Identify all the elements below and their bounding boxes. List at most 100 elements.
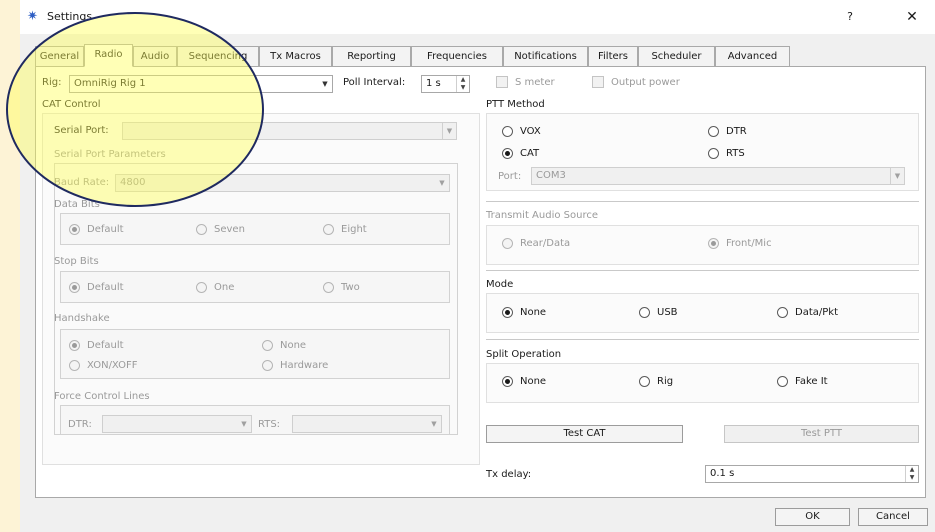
output-power-checkbox[interactable]: Output power (592, 76, 680, 88)
radio-checked-icon (502, 148, 513, 159)
radio-tab-panel: Rig: OmniRig Rig 1 ▼ Poll Interval: 1 s … (35, 66, 926, 498)
radio-label: Rig (657, 376, 674, 387)
chevron-down-icon: ▼ (890, 168, 904, 184)
radio-icon (708, 126, 719, 137)
radio-label: XON/XOFF (87, 360, 138, 371)
ptt-vox-radio[interactable]: VOX (502, 126, 541, 137)
radio-label: None (520, 307, 547, 318)
s-meter-checkbox[interactable]: S meter (496, 76, 555, 88)
serial-port-select[interactable]: ▼ (122, 122, 457, 140)
radio-label: Hardware (280, 360, 329, 371)
split-rig-radio[interactable]: Rig (639, 376, 673, 387)
tab-sequencing[interactable]: Sequencing (177, 46, 259, 67)
radio-icon (777, 307, 788, 318)
data-bits-eight-radio[interactable]: Eight (323, 224, 367, 235)
radio-label: None (280, 340, 307, 351)
radio-icon (262, 360, 273, 371)
dtr-select[interactable]: ▼ (102, 415, 252, 433)
help-button[interactable]: ? (840, 8, 860, 26)
output-power-label: Output power (611, 76, 680, 88)
ptt-rts-radio[interactable]: RTS (708, 148, 745, 159)
window-title: Settings (47, 10, 93, 23)
handshake-default-radio[interactable]: Default (69, 340, 124, 351)
tab-frequencies[interactable]: Frequencies (411, 46, 503, 67)
split-operation-heading: Split Operation (486, 349, 562, 360)
data-bits-default-radio[interactable]: Default (69, 224, 124, 235)
mode-usb-radio[interactable]: USB (639, 307, 678, 318)
tab-tx-macros[interactable]: Tx Macros (259, 46, 332, 67)
radio-label: One (214, 282, 235, 293)
radio-icon (502, 238, 513, 249)
tab-general[interactable]: General (35, 46, 84, 67)
data-bits-seven-radio[interactable]: Seven (196, 224, 245, 235)
radio-label: Default (87, 224, 124, 235)
radio-label: Rear/Data (520, 238, 571, 249)
stop-bits-two-radio[interactable]: Two (323, 282, 360, 293)
checkbox-icon (592, 76, 604, 88)
radio-checked-icon (502, 307, 513, 318)
ptt-port-value: COM3 (536, 170, 566, 181)
handshake-hardware-radio[interactable]: Hardware (262, 360, 328, 371)
mode-none-radio[interactable]: None (502, 307, 546, 318)
chevron-down-icon: ▼ (431, 420, 437, 428)
poll-interval-value: 1 s (426, 78, 441, 89)
radio-label: Seven (214, 224, 245, 235)
radio-checked-icon (502, 376, 513, 387)
divider (486, 201, 919, 202)
tab-audio[interactable]: Audio (133, 46, 177, 67)
tx-delay-spinbox[interactable]: 0.1 s ▲ ▼ (705, 465, 919, 483)
ok-button[interactable]: OK (775, 508, 850, 526)
tab-scheduler[interactable]: Scheduler (638, 46, 715, 67)
tab-notifications[interactable]: Notifications (503, 46, 588, 67)
tab-reporting[interactable]: Reporting (332, 46, 411, 67)
stop-bits-one-radio[interactable]: One (196, 282, 234, 293)
tab-filters[interactable]: Filters (588, 46, 638, 67)
chevron-down-icon: ▼ (241, 420, 247, 428)
split-fake-it-radio[interactable]: Fake It (777, 376, 828, 387)
divider (486, 270, 919, 271)
test-ptt-button[interactable]: Test PTT (724, 425, 919, 443)
ptt-port-select[interactable]: COM3 ▼ (531, 167, 905, 185)
baud-rate-value: 4800 (120, 177, 146, 188)
test-cat-button[interactable]: Test CAT (486, 425, 683, 443)
ptt-port-label: Port: (498, 171, 522, 182)
title-bar: ✷ Settings ? ✕ (20, 0, 935, 34)
data-bits-heading: Data Bits (54, 199, 100, 210)
spin-arrows-icon[interactable]: ▲ ▼ (905, 466, 918, 482)
spin-arrows-icon[interactable]: ▲ ▼ (456, 76, 469, 92)
radio-icon (69, 360, 80, 371)
stop-bits-heading: Stop Bits (54, 256, 99, 267)
force-control-lines-heading: Force Control Lines (54, 391, 150, 402)
handshake-group (60, 329, 450, 379)
ptt-dtr-radio[interactable]: DTR (708, 126, 747, 137)
split-none-radio[interactable]: None (502, 376, 546, 387)
rig-select[interactable]: OmniRig Rig 1 ▼ (69, 75, 333, 93)
audio-rear-data-radio[interactable]: Rear/Data (502, 238, 570, 249)
radio-icon (777, 376, 788, 387)
radio-label: Default (87, 340, 124, 351)
tab-advanced[interactable]: Advanced (715, 46, 790, 67)
audio-front-mic-radio[interactable]: Front/Mic (708, 238, 772, 249)
serial-port-label: Serial Port: (54, 125, 109, 136)
baud-rate-select[interactable]: 4800 ▼ (115, 174, 450, 192)
chevron-down-icon: ▼ (439, 179, 445, 187)
handshake-xon-xoff-radio[interactable]: XON/XOFF (69, 360, 138, 371)
stop-bits-default-radio[interactable]: Default (69, 282, 124, 293)
ptt-cat-radio[interactable]: CAT (502, 148, 539, 159)
chevron-down-icon: ▼ (442, 123, 456, 139)
close-icon[interactable]: ✕ (901, 8, 923, 26)
handshake-none-radio[interactable]: None (262, 340, 306, 351)
rig-label: Rig: (42, 77, 62, 88)
mode-data-pkt-radio[interactable]: Data/Pkt (777, 307, 838, 318)
checkbox-icon (496, 76, 508, 88)
radio-label: Default (87, 282, 124, 293)
cancel-button[interactable]: Cancel (858, 508, 928, 526)
poll-interval-spinbox[interactable]: 1 s ▲ ▼ (421, 75, 470, 93)
tab-radio[interactable]: Radio (84, 44, 133, 67)
radio-checked-icon (69, 224, 80, 235)
rts-select[interactable]: ▼ (292, 415, 442, 433)
mode-heading: Mode (486, 279, 514, 290)
poll-interval-label: Poll Interval: (343, 77, 406, 88)
transmit-audio-source-heading: Transmit Audio Source (486, 210, 598, 221)
radio-icon (323, 282, 334, 293)
